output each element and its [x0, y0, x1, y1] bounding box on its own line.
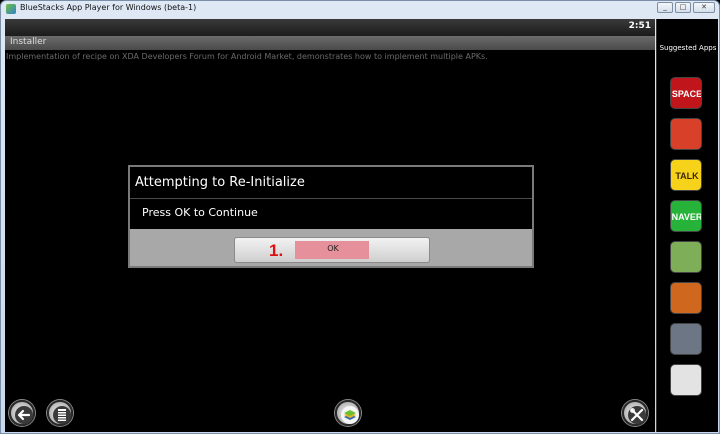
minimize-button[interactable]: _	[657, 2, 673, 13]
dialog-message: Press OK to Continue	[142, 206, 258, 219]
suggested-apps-sidebar: Suggested Apps SPACE TALK NAVER	[656, 19, 718, 432]
dialog-overlay: Attempting to Re-Initialize Press OK to …	[5, 19, 655, 432]
game-app-icon[interactable]	[670, 282, 702, 314]
app-tile-label: SPACE	[671, 89, 702, 99]
bluestacks-logo-icon	[6, 4, 16, 14]
back-icon	[15, 406, 33, 424]
reinitialize-dialog: Attempting to Re-Initialize Press OK to …	[128, 165, 534, 268]
window-controls: _ □ ✕	[657, 2, 715, 13]
app-tile-label	[671, 242, 701, 272]
android-screen: 2:51 Installer Implementation of recipe …	[5, 19, 655, 432]
ok-button[interactable]: 1. OK	[234, 237, 430, 263]
kakaotalk-icon[interactable]: TALK	[670, 159, 702, 191]
window-title: BlueStacks App Player for Windows (beta-…	[20, 3, 197, 12]
orange-app-icon[interactable]	[670, 364, 702, 396]
angry-birds-space-icon[interactable]: SPACE	[670, 77, 702, 109]
city-game-icon[interactable]	[670, 323, 702, 355]
home-button[interactable]	[335, 400, 361, 426]
app-tile-label	[671, 283, 701, 313]
naver-icon[interactable]: NAVER	[670, 200, 702, 232]
dialog-divider	[130, 198, 532, 199]
angry-birds-icon[interactable]	[670, 118, 702, 150]
dialog-button-bar: 1. OK	[130, 229, 532, 266]
maximize-button[interactable]: □	[675, 2, 691, 13]
menu-button[interactable]	[47, 400, 73, 426]
title-bar[interactable]: BlueStacks App Player for Windows (beta-…	[1, 1, 719, 17]
bluestacks-window: BlueStacks App Player for Windows (beta-…	[0, 0, 720, 434]
app-tile-label: TALK	[675, 171, 699, 181]
app-tile-label	[671, 324, 701, 354]
app-tile-label	[671, 365, 701, 395]
bluestacks-home-icon	[341, 406, 359, 424]
settings-tools-icon	[628, 406, 646, 424]
ok-button-label: OK	[327, 244, 339, 253]
back-button[interactable]	[9, 400, 35, 426]
menu-icon	[53, 406, 71, 424]
app-tile-label: NAVER	[671, 212, 702, 222]
green-app-icon[interactable]	[670, 241, 702, 273]
settings-button[interactable]	[622, 400, 648, 426]
suggested-apps-title: Suggested Apps	[659, 44, 717, 52]
dialog-title: Attempting to Re-Initialize	[135, 175, 305, 190]
app-tile-label	[671, 119, 701, 149]
close-button[interactable]: ✕	[693, 2, 715, 13]
